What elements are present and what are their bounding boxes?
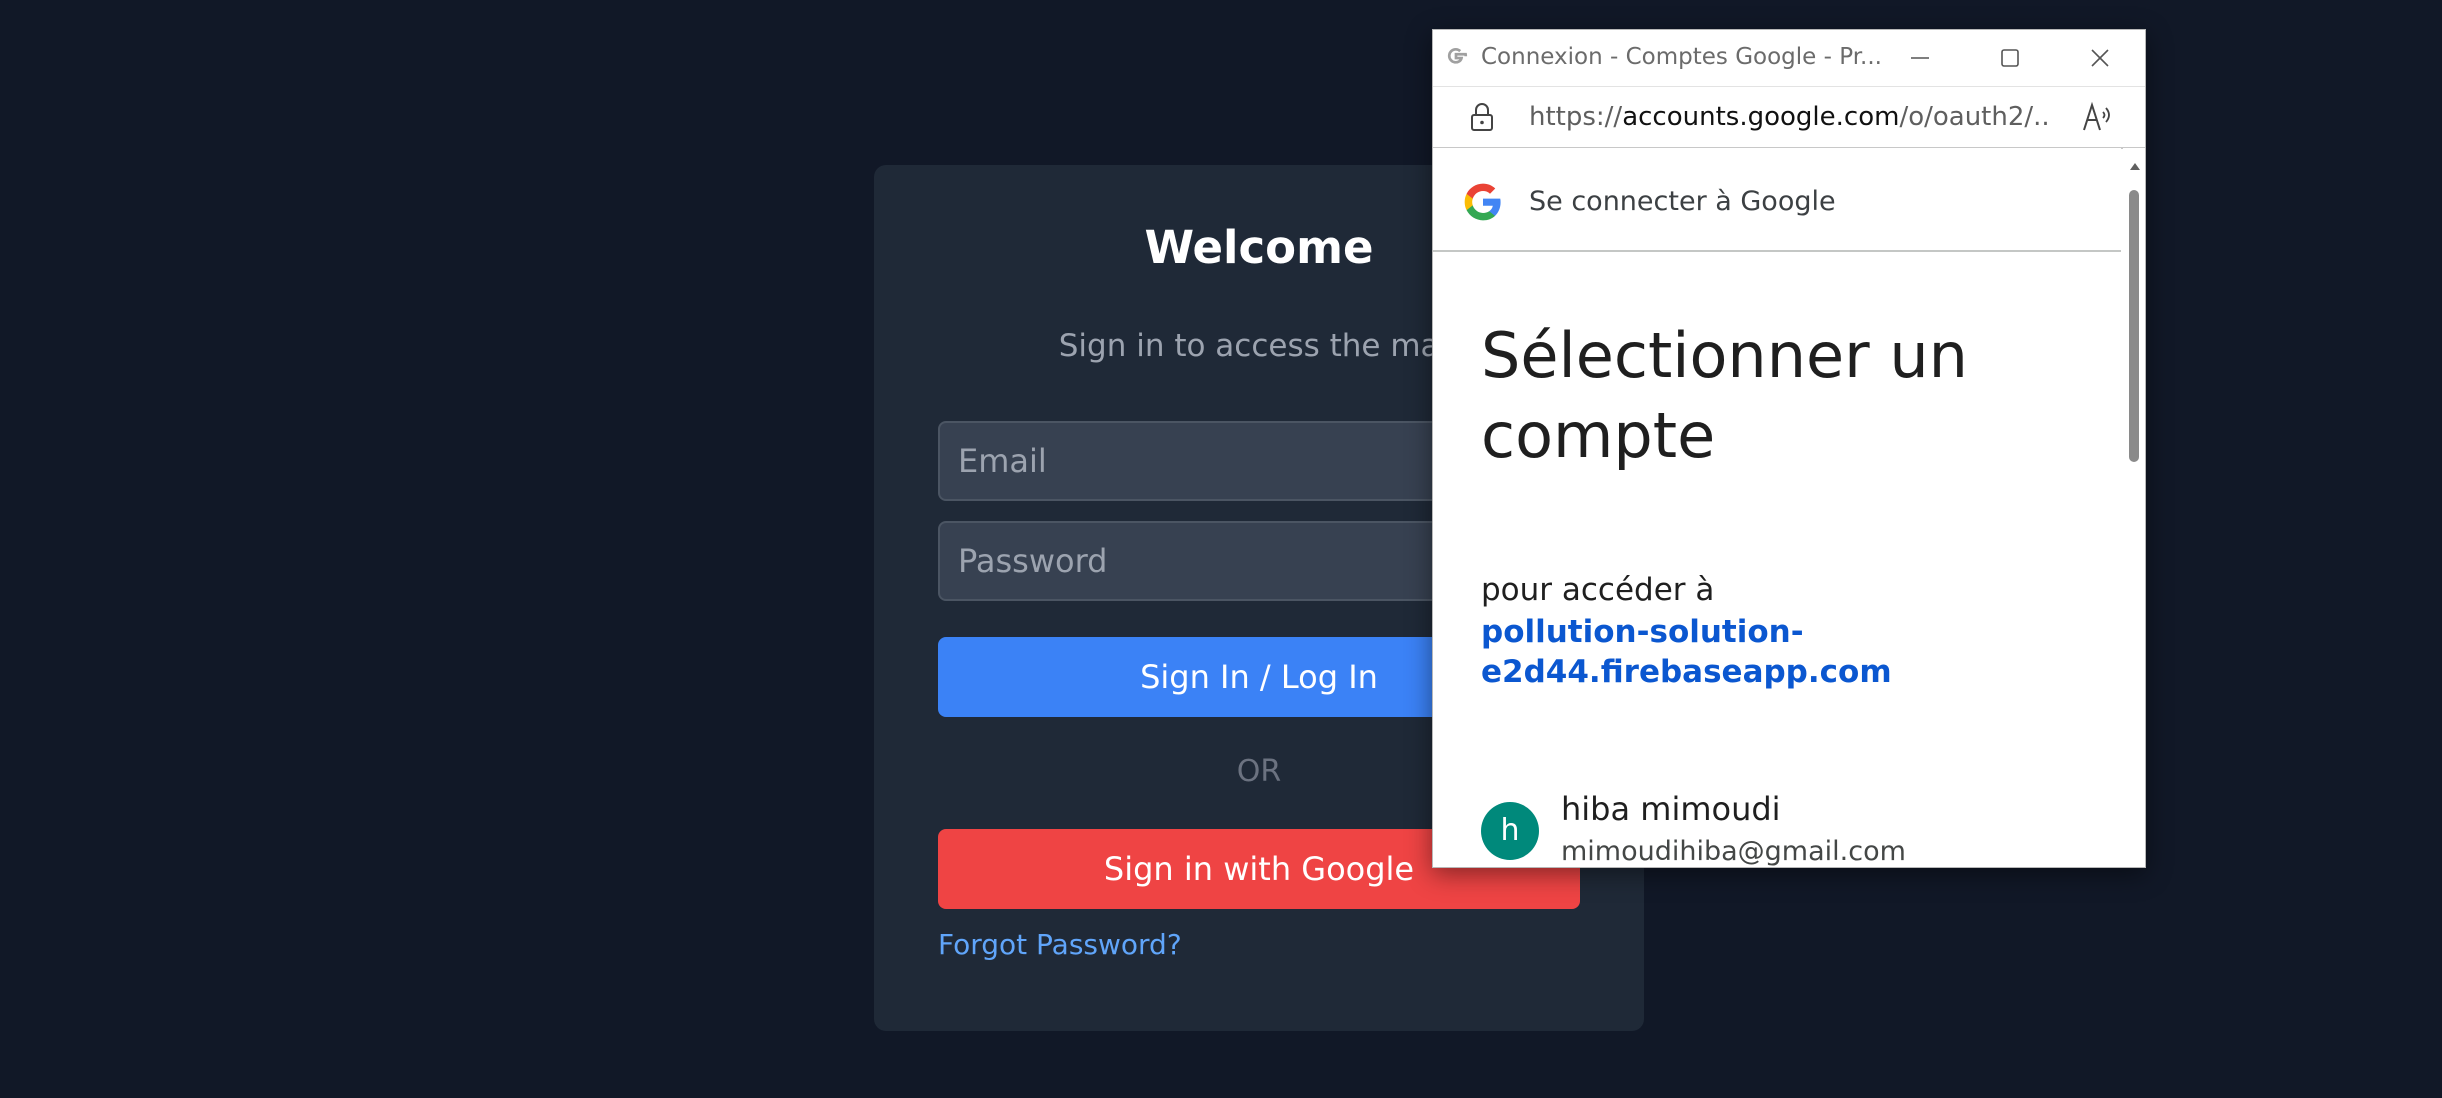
minimize-button[interactable] xyxy=(1875,30,1965,86)
forgot-password-link[interactable]: Forgot Password? xyxy=(938,931,1182,959)
google-signin-popup: Connexion - Comptes Google - Pr... https… xyxy=(1432,29,2146,868)
url-host: accounts.google.com xyxy=(1622,102,1900,132)
lock-icon[interactable] xyxy=(1467,101,1497,137)
url-text[interactable]: https://accounts.google.com/o/oauth2/... xyxy=(1529,102,2049,133)
close-button[interactable] xyxy=(2055,30,2145,86)
continue-to-text: pour accéder à xyxy=(1481,572,1715,608)
scroll-down-arrow-icon[interactable] xyxy=(2129,864,2141,867)
account-name: hiba mimoudi xyxy=(1561,790,1781,828)
address-bar[interactable]: https://accounts.google.com/o/oauth2/... xyxy=(1433,86,2145,149)
minimize-icon xyxy=(1911,57,1929,59)
avatar: h xyxy=(1481,802,1539,860)
url-prefix: https:// xyxy=(1529,102,1623,132)
account-email: mimoudihiba@gmail.com xyxy=(1561,836,1906,867)
popup-content: Se connecter à Google Sélectionner un co… xyxy=(1433,148,2121,867)
page-background: Welcome Sign in to access the map Email … xyxy=(0,0,2442,1098)
read-aloud-icon[interactable] xyxy=(2081,101,2115,137)
google-g-icon xyxy=(1443,43,1469,73)
url-path: /o/oauth2/... xyxy=(1899,102,2049,132)
app-domain-link[interactable]: pollution-solution-e2d44.firebaseapp.com xyxy=(1481,612,2041,692)
popup-titlebar[interactable]: Connexion - Comptes Google - Pr... xyxy=(1433,30,2145,86)
maximize-icon xyxy=(2001,49,2019,67)
scrollbar-thumb[interactable] xyxy=(2129,190,2139,462)
google-header: Se connecter à Google xyxy=(1433,148,2121,252)
google-header-text: Se connecter à Google xyxy=(1529,186,1836,217)
scrollbar[interactable] xyxy=(2123,148,2145,867)
popup-window-title: Connexion - Comptes Google - Pr... xyxy=(1481,44,1882,70)
close-icon xyxy=(2091,49,2109,67)
maximize-button[interactable] xyxy=(1965,30,2055,86)
select-account-heading: Sélectionner un compte xyxy=(1481,319,1968,472)
scroll-up-arrow-icon[interactable] xyxy=(2129,156,2141,175)
google-logo-icon xyxy=(1463,182,1503,226)
account-list-item[interactable]: h hiba mimoudi mimoudihiba@gmail.com xyxy=(1433,776,2121,867)
